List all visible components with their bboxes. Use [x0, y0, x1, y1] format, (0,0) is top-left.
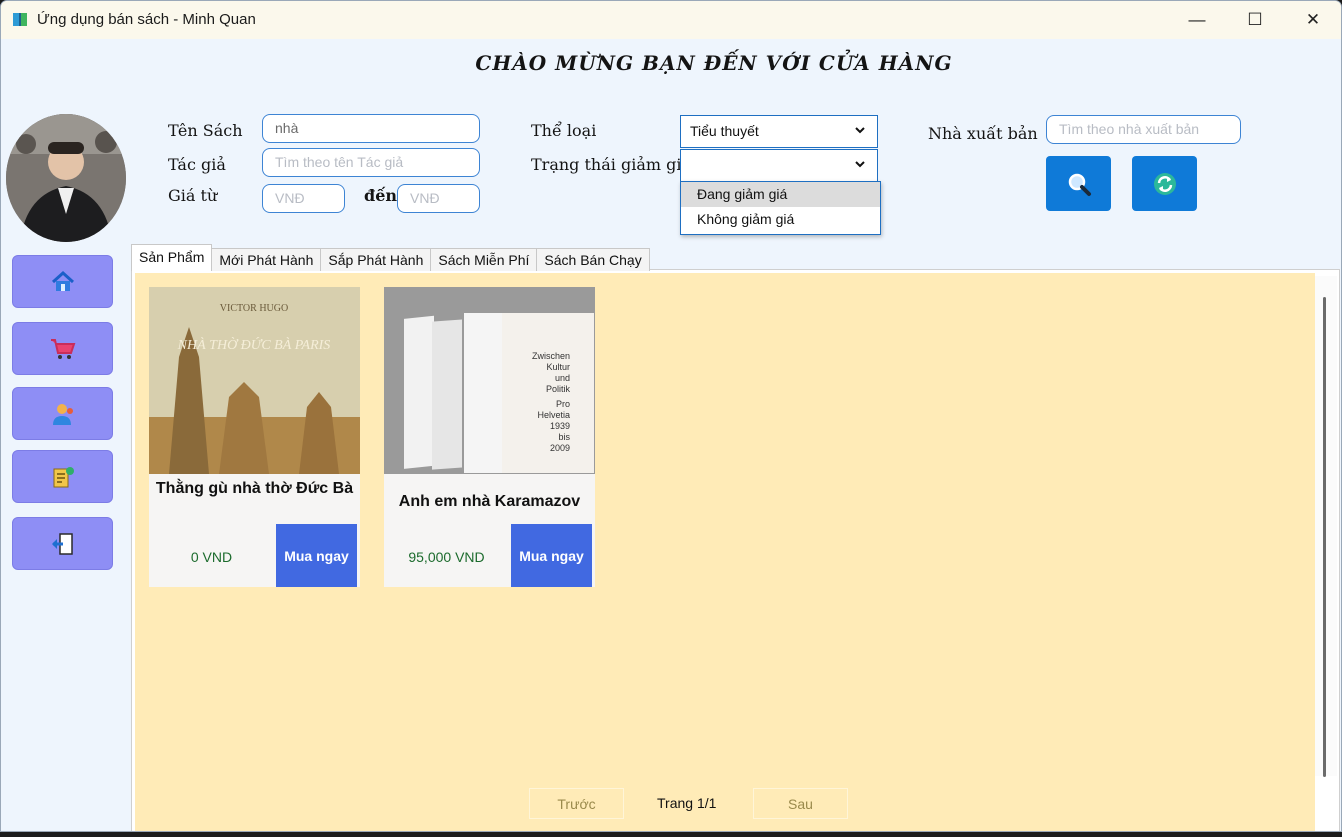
- refresh-button[interactable]: [1132, 156, 1197, 211]
- sidebar-home-button[interactable]: [12, 255, 113, 308]
- cover-text-line: 2009: [550, 443, 570, 453]
- product-price: 0 VND: [190, 549, 233, 565]
- tab-best-sellers[interactable]: Sách Bán Chạy: [536, 248, 650, 271]
- product-card: VICTOR HUGO NHÀ THỜ ĐỨC BÀ PARIS Thằng g…: [149, 287, 360, 587]
- tab-products[interactable]: Sản Phẩm: [131, 244, 213, 271]
- cover-text-line: 1939: [550, 421, 570, 431]
- cover-text-line: und: [555, 373, 570, 383]
- discount-option-not-on-sale[interactable]: Không giảm giá: [681, 207, 880, 232]
- category-tabs: Sản Phẩm Mới Phát Hành Sắp Phát Hành Sác…: [131, 244, 650, 271]
- search-icon: [1068, 173, 1091, 196]
- discount-label: Trạng thái giảm giá: [531, 155, 692, 174]
- scrollbar-track[interactable]: [1315, 276, 1337, 776]
- user-icon: [52, 403, 73, 425]
- book-cover-image: Zwischen Kultur und Politik Pro Helvetia…: [384, 287, 595, 474]
- tab-coming-soon[interactable]: Sắp Phát Hành: [320, 248, 432, 271]
- category-select[interactable]: Tiểu thuyết: [680, 115, 878, 148]
- author-label: Tác giả: [168, 155, 226, 174]
- window-title: Ứng dụng bán sách - Minh Quan: [37, 11, 256, 28]
- price-from-label: Giá từ: [168, 186, 218, 205]
- discount-option-on-sale[interactable]: Đang giảm giá: [681, 182, 880, 207]
- welcome-heading: CHÀO MỪNG BẠN ĐẾN VỚI CỬA HÀNG: [475, 51, 953, 75]
- sidebar-account-button[interactable]: [12, 387, 113, 440]
- sidebar-orders-button[interactable]: [12, 450, 113, 503]
- author-input[interactable]: Tìm theo tên Tác giả: [262, 148, 480, 177]
- cover-text-line: Helvetia: [537, 410, 570, 420]
- buy-now-button[interactable]: Mua ngay: [511, 524, 592, 587]
- tab-new-releases[interactable]: Mới Phát Hành: [211, 248, 322, 271]
- close-button[interactable]: ✕: [1284, 1, 1341, 39]
- category-label: Thể loại: [531, 121, 597, 140]
- logout-icon: [51, 532, 73, 555]
- cover-text-line: Zwischen: [532, 351, 570, 361]
- desktop-strip: [0, 832, 1342, 837]
- book-cover-image: VICTOR HUGO NHÀ THỜ ĐỨC BÀ PARIS: [149, 287, 360, 474]
- cover-text-line: bis: [558, 432, 570, 442]
- cover-text-line: Pro: [556, 399, 570, 409]
- category-selected-value: Tiểu thuyết: [690, 123, 759, 139]
- product-title: Thằng gù nhà thờ Đức Bà: [155, 480, 354, 497]
- cover-title-text: NHÀ THỜ ĐỨC BÀ PARIS: [177, 336, 331, 353]
- discount-dropdown-list: Đang giảm giá Không giảm giá: [680, 181, 881, 235]
- next-page-button[interactable]: Sau: [753, 788, 848, 819]
- product-card: Zwischen Kultur und Politik Pro Helvetia…: [384, 287, 595, 587]
- price-to-label: đến: [364, 186, 397, 205]
- sidebar-cart-button[interactable]: [12, 322, 113, 375]
- cover-text-line: Kultur: [546, 362, 570, 372]
- page-indicator: Trang 1/1: [657, 795, 717, 811]
- chevron-down-icon: [855, 127, 865, 134]
- product-title: Anh em nhà Karamazov: [398, 493, 581, 510]
- orders-icon: [53, 466, 74, 487]
- publisher-input[interactable]: Tìm theo nhà xuất bản: [1046, 115, 1241, 144]
- avatar: [6, 114, 126, 242]
- price-from-input[interactable]: VNĐ: [262, 184, 345, 213]
- book-name-label: Tên Sách: [168, 121, 243, 140]
- scrollbar-thumb[interactable]: [1323, 297, 1326, 777]
- book-name-input[interactable]: nhà: [262, 114, 480, 143]
- cover-author-text: VICTOR HUGO: [220, 303, 288, 314]
- title-bar: Ứng dụng bán sách - Minh Quan — ☐ ✕: [1, 1, 1341, 39]
- discount-select[interactable]: [680, 149, 878, 182]
- cover-text-line: Politik: [546, 384, 571, 394]
- maximize-button[interactable]: ☐: [1226, 1, 1284, 39]
- app-window: Ứng dụng bán sách - Minh Quan — ☐ ✕ CHÀO…: [0, 0, 1342, 832]
- minimize-button[interactable]: —: [1168, 1, 1226, 39]
- tab-free-books[interactable]: Sách Miễn Phí: [430, 248, 538, 271]
- home-icon: [51, 270, 74, 291]
- cart-icon: [50, 338, 75, 359]
- refresh-icon: [1153, 172, 1176, 195]
- book-app-icon: [13, 13, 27, 26]
- product-price: 95,000 VND: [408, 549, 485, 565]
- price-to-input[interactable]: VNĐ: [397, 184, 480, 213]
- chevron-down-icon: [855, 161, 865, 168]
- search-button[interactable]: [1046, 156, 1111, 211]
- buy-now-button[interactable]: Mua ngay: [276, 524, 357, 587]
- sidebar-logout-button[interactable]: [12, 517, 113, 570]
- prev-page-button[interactable]: Trước: [529, 788, 624, 819]
- publisher-label: Nhà xuất bản: [928, 124, 1038, 143]
